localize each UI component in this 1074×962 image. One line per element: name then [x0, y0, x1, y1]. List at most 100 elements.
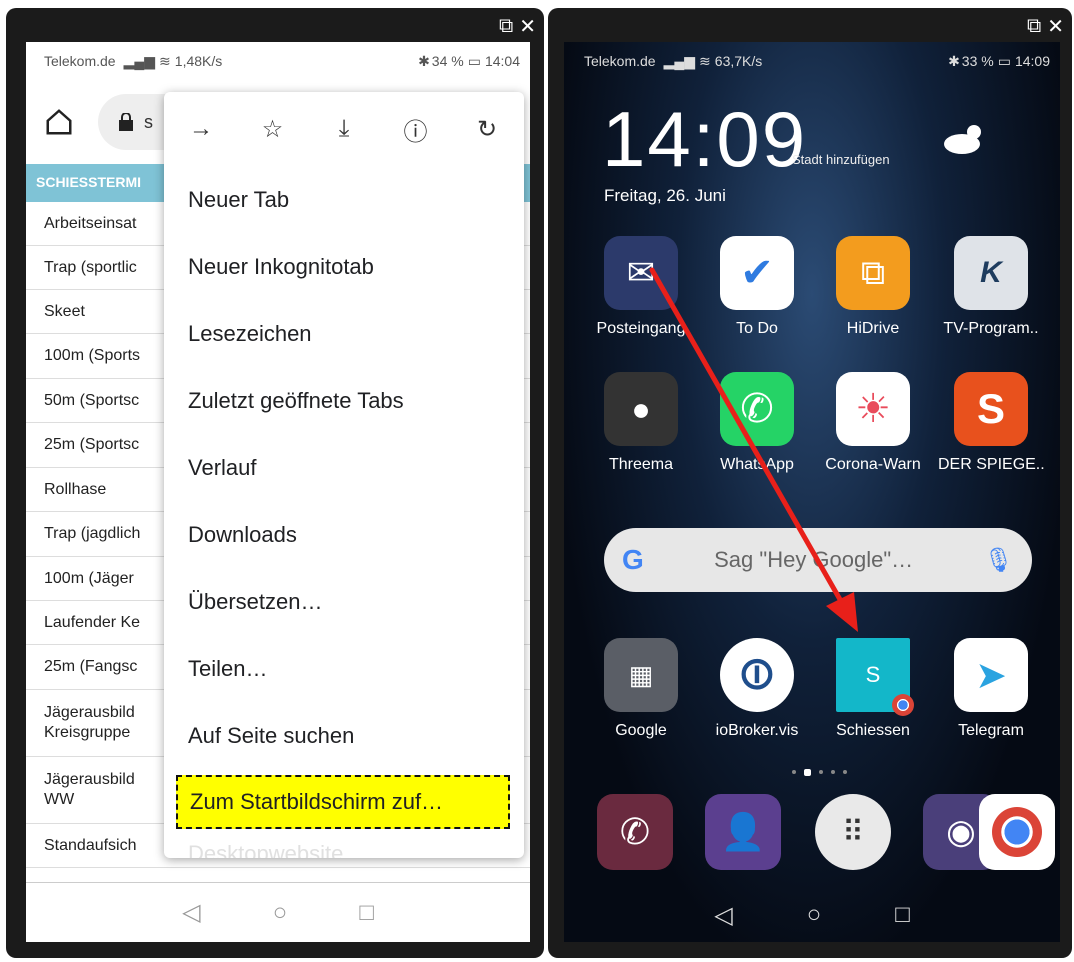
- menu-bookmarks[interactable]: Lesezeichen: [164, 300, 524, 367]
- menu-add-to-home-screen[interactable]: Zum Startbildschirm zuf…: [176, 775, 510, 829]
- app-telegram[interactable]: ➤ Telegram: [938, 638, 1044, 740]
- dock-app-drawer[interactable]: ⠿: [800, 794, 906, 870]
- menu-history[interactable]: Verlauf: [164, 434, 524, 501]
- window-controls: ⧉ ✕: [1027, 14, 1064, 39]
- app-label: Google: [615, 722, 667, 739]
- check-icon: ✔: [720, 236, 794, 310]
- menu-recent-tabs[interactable]: Zuletzt geöffnete Tabs: [164, 367, 524, 434]
- app-google-folder[interactable]: ▦ Google: [588, 638, 694, 740]
- hidrive-icon: ⧉: [836, 236, 910, 310]
- app-tv-program[interactable]: K TV-Program..: [938, 236, 1044, 338]
- home-icon[interactable]: [44, 107, 74, 137]
- back-icon[interactable]: ◁: [182, 898, 200, 927]
- menu-downloads[interactable]: Downloads: [164, 501, 524, 568]
- phone-icon: ✆: [597, 794, 673, 870]
- info-icon[interactable]: ⓘ: [401, 114, 431, 146]
- close-icon[interactable]: ✕: [519, 14, 536, 39]
- right-phone-frame: ⧉ ✕ Telekom.de ▂▄▆ ≋ 63,7K/s ✱ 33 % ▭ 14…: [548, 8, 1072, 958]
- star-icon[interactable]: ☆: [258, 114, 288, 144]
- mic-icon[interactable]: 🎙: [984, 546, 1014, 575]
- whatsapp-icon: ✆: [720, 372, 794, 446]
- menu-incognito-tab[interactable]: Neuer Inkognitotab: [164, 233, 524, 300]
- status-bar: Telekom.de ▂▄▆ ≋ 63,7K/s ✱ 33 % ▭ 14:09: [564, 42, 1060, 80]
- net-speed: 63,7K/s: [714, 53, 763, 69]
- google-folder-icon: ▦: [604, 638, 678, 712]
- menu-find-in-page[interactable]: Auf Seite suchen: [164, 702, 524, 769]
- app-mail[interactable]: ✉ Posteingang: [588, 236, 694, 338]
- app-spiegel[interactable]: S DER SPIEGE..: [938, 372, 1044, 474]
- app-label: Telegram: [958, 722, 1024, 739]
- app-drawer-icon: ⠿: [815, 794, 891, 870]
- app-corona-warn[interactable]: ☀ Corona-Warn: [820, 372, 926, 474]
- app-label: Corona-Warn: [825, 456, 921, 473]
- iobroker-icon: ⏼: [720, 638, 794, 712]
- carrier: Telekom.de: [584, 53, 656, 69]
- app-label: TV-Program..: [943, 320, 1039, 337]
- home-nav-icon[interactable]: ○: [273, 899, 288, 927]
- threema-icon: ●: [604, 372, 678, 446]
- home-clock[interactable]: 14:09: [602, 94, 807, 185]
- popout-icon[interactable]: ⧉: [1027, 15, 1041, 38]
- page-indicator: [792, 769, 847, 776]
- contacts-icon: 👤: [705, 794, 781, 870]
- popout-icon[interactable]: ⧉: [499, 15, 513, 38]
- app-label: WhatsApp: [720, 456, 794, 473]
- schiessen-shortcut-icon: S: [836, 638, 914, 716]
- page-dot-active: [804, 769, 811, 776]
- corona-warn-icon: ☀: [836, 372, 910, 446]
- app-whatsapp[interactable]: ✆ WhatsApp: [704, 372, 810, 474]
- app-schiessen[interactable]: S Schiessen: [820, 638, 926, 740]
- forward-icon[interactable]: →: [186, 114, 216, 144]
- app-label: ioBroker.vis: [715, 722, 799, 739]
- menu-new-tab[interactable]: Neuer Tab: [164, 166, 524, 233]
- signal-icon: ▂▄▆: [123, 52, 156, 69]
- app-iobroker[interactable]: ⏼ ioBroker.vis: [704, 638, 810, 740]
- left-phone-frame: ⧉ ✕ Telekom.de ▂▄▆ ≋ 1,48K/s ✱ 34 % ▭ 14…: [6, 8, 544, 958]
- right-screen: Telekom.de ▂▄▆ ≋ 63,7K/s ✱ 33 % ▭ 14:09 …: [564, 42, 1060, 942]
- menu-desktop-site[interactable]: Desktopwebsite: [164, 829, 524, 858]
- net-speed: 1,48K/s: [174, 53, 223, 69]
- lock-icon: [119, 113, 133, 131]
- weather-city[interactable]: Stadt hinzufügen: [792, 152, 890, 167]
- window-controls: ⧉ ✕: [499, 14, 536, 39]
- dock-contacts[interactable]: 👤: [690, 794, 796, 870]
- dock-chrome[interactable]: [964, 794, 1060, 870]
- recents-icon[interactable]: □: [359, 899, 374, 927]
- chrome-icon: [979, 794, 1055, 870]
- battery-icon: ▭: [997, 52, 1011, 69]
- spiegel-icon: S: [954, 372, 1028, 446]
- battery-level: 33 %: [961, 53, 994, 69]
- schiessen-letter: S: [865, 662, 881, 687]
- app-label: Schiessen: [836, 722, 910, 739]
- page-dot: [831, 770, 835, 774]
- menu-translate[interactable]: Übersetzen…: [164, 568, 524, 635]
- google-g-icon: G: [622, 544, 644, 575]
- url-text: s: [144, 111, 153, 132]
- page-dot: [792, 770, 796, 774]
- dock-phone[interactable]: ✆: [582, 794, 688, 870]
- left-screen: Telekom.de ▂▄▆ ≋ 1,48K/s ✱ 34 % ▭ 14:04 …: [26, 42, 530, 942]
- browser-overflow-menu: → ☆ ⤓ ⓘ ↻ Neuer Tab Neuer Inkognitotab L…: [164, 92, 524, 858]
- app-label: HiDrive: [846, 320, 900, 337]
- status-time: 14:09: [1014, 53, 1050, 69]
- app-label: DER SPIEGE..: [938, 456, 1044, 473]
- download-icon[interactable]: ⤓: [329, 114, 359, 144]
- weather-cloud-icon[interactable]: [940, 120, 990, 156]
- menu-icon-row: → ☆ ⤓ ⓘ ↻: [164, 92, 524, 166]
- home-nav-icon[interactable]: ○: [807, 901, 822, 929]
- app-label: Posteingang: [596, 320, 686, 337]
- page-dot: [843, 770, 847, 774]
- battery-level: 34 %: [431, 53, 464, 69]
- wifi-icon: ≋: [159, 52, 171, 69]
- back-icon[interactable]: ◁: [714, 901, 732, 930]
- menu-share[interactable]: Teilen…: [164, 635, 524, 702]
- app-todo[interactable]: ✔ To Do: [704, 236, 810, 338]
- android-nav-bar: ◁ ○ □: [564, 888, 1060, 942]
- recents-icon[interactable]: □: [895, 901, 910, 929]
- app-threema[interactable]: ● Threema: [588, 372, 694, 474]
- close-icon[interactable]: ✕: [1047, 14, 1064, 39]
- app-label: Threema: [608, 456, 674, 473]
- google-search-widget[interactable]: G Sag "Hey Google"… 🎙: [604, 528, 1032, 592]
- refresh-icon[interactable]: ↻: [472, 114, 502, 144]
- app-hidrive[interactable]: ⧉ HiDrive: [820, 236, 926, 338]
